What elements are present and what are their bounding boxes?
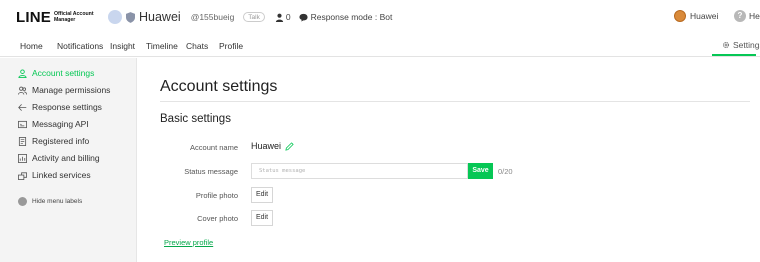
save-button[interactable]: Save bbox=[468, 163, 493, 179]
status-char-counter: 0/20 bbox=[498, 167, 513, 176]
friends-count: 0 bbox=[275, 12, 291, 22]
help-icon: ? bbox=[734, 10, 746, 22]
help-label: Hel bbox=[749, 11, 760, 21]
toggle-dot-icon bbox=[18, 197, 27, 206]
nav-home[interactable]: Home bbox=[20, 41, 43, 51]
sidebar-item-account-settings[interactable]: Account settings bbox=[18, 68, 94, 78]
section-title: Basic settings bbox=[160, 113, 231, 125]
help-menu[interactable]: ? Hel bbox=[734, 10, 760, 22]
nav-insight[interactable]: Insight bbox=[110, 41, 135, 51]
edit-cover-photo-button[interactable]: Edit bbox=[251, 210, 273, 226]
sidebar-item-response-settings[interactable]: Response settings bbox=[18, 102, 102, 112]
active-tab-indicator bbox=[712, 54, 756, 56]
billing-icon bbox=[18, 153, 27, 163]
user-menu[interactable]: Huawei bbox=[674, 10, 718, 22]
shield-icon bbox=[126, 11, 135, 23]
account-badge: Talk bbox=[243, 12, 265, 22]
sidebar-item-activity-billing[interactable]: Activity and billing bbox=[18, 153, 100, 163]
account-name: Huawei bbox=[139, 10, 181, 24]
account-name-value: Huawei bbox=[251, 141, 294, 151]
chat-bubble-icon bbox=[299, 13, 308, 22]
account-id: @155bueig bbox=[190, 12, 235, 22]
pencil-icon[interactable] bbox=[285, 141, 294, 151]
nav-timeline[interactable]: Timeline bbox=[146, 41, 178, 51]
account-avatar bbox=[108, 10, 122, 24]
link-icon bbox=[18, 171, 27, 180]
user-name: Huawei bbox=[690, 11, 719, 21]
sidebar-item-manage-permissions[interactable]: Manage permissions bbox=[18, 85, 110, 95]
edit-profile-photo-button[interactable]: Edit bbox=[251, 187, 273, 203]
top-bar: LINE Official Account Manager Huawei @15… bbox=[0, 0, 760, 34]
tab-settings[interactable]: Settings bbox=[722, 40, 760, 50]
nav-notifications[interactable]: Notifications bbox=[57, 41, 103, 51]
account-name-label: Account name bbox=[190, 143, 238, 152]
title-divider bbox=[160, 101, 750, 102]
document-icon bbox=[18, 136, 27, 146]
status-message-label: Status message bbox=[184, 167, 238, 176]
profile-photo-label: Profile photo bbox=[195, 191, 238, 200]
nav-chats[interactable]: Chats bbox=[186, 41, 208, 51]
logo-subtitle: Official Account Manager bbox=[53, 10, 94, 23]
people-icon bbox=[18, 86, 27, 95]
sidebar-item-registered-info[interactable]: Registered info bbox=[18, 136, 89, 146]
cover-photo-label: Cover photo bbox=[197, 214, 238, 223]
status-message-input[interactable] bbox=[251, 163, 468, 179]
gear-icon bbox=[722, 41, 730, 49]
person-icon bbox=[18, 68, 27, 78]
sidebar-item-linked-services[interactable]: Linked services bbox=[18, 170, 91, 180]
response-icon bbox=[18, 103, 27, 111]
main-nav: Home Notifications Insight Timeline Chat… bbox=[0, 34, 760, 57]
person-icon bbox=[275, 13, 283, 22]
preview-profile-link[interactable]: Preview profile bbox=[164, 238, 213, 247]
sidebar-item-messaging-api[interactable]: Messaging API bbox=[18, 119, 89, 129]
logo-wordmark: LINE bbox=[16, 9, 51, 26]
response-mode[interactable]: Response mode : Bot bbox=[299, 12, 392, 22]
line-logo[interactable]: LINE Official Account Manager bbox=[16, 9, 94, 26]
api-icon bbox=[18, 120, 27, 128]
page-title: Account settings bbox=[160, 78, 278, 95]
hide-menu-labels-toggle[interactable]: Hide menu labels bbox=[18, 197, 82, 206]
account-switcher[interactable]: Huawei @155bueig Talk 0 Response mode : … bbox=[108, 10, 392, 24]
sidebar: Account settings Manage permissions Resp… bbox=[0, 58, 137, 262]
user-avatar bbox=[674, 10, 686, 22]
nav-profile[interactable]: Profile bbox=[219, 41, 243, 51]
